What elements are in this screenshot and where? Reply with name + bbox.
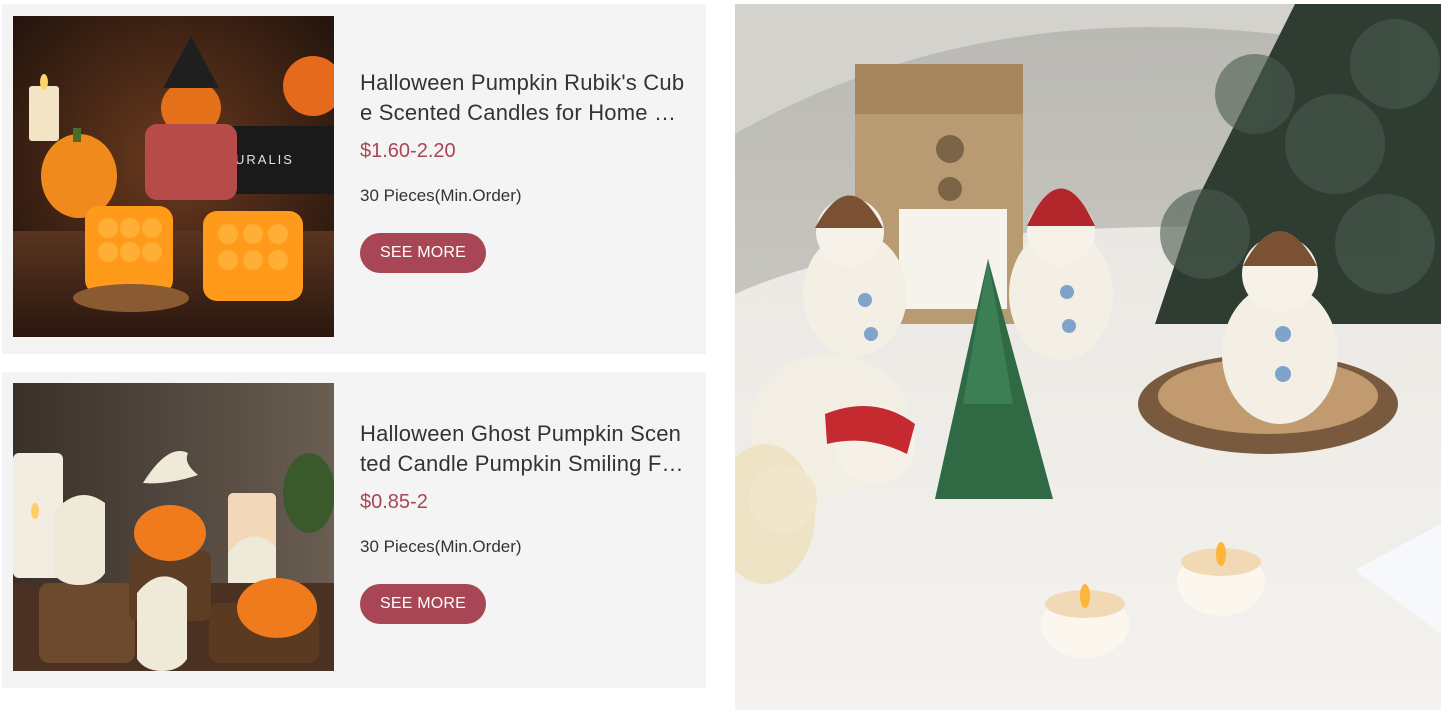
product-info: Halloween Pumpkin Rubik's Cube Scented C… [360,68,686,273]
product-card: URALIS Halloween Pumpkin Rubik's Cube Sc… [2,4,706,354]
see-more-button[interactable]: SEE MORE [360,584,486,624]
product-image-ghost-pumpkin-candles[interactable] [13,383,334,671]
product-price: $1.60-2.20 [360,140,456,162]
min-order-quantity: 30 Pieces(Min.Order) [360,537,522,556]
product-title[interactable]: Halloween Pumpkin Rubik's Cube Scented C… [360,68,686,128]
product-price: $0.85-2 [360,491,428,513]
hero-banner-image[interactable] [735,4,1441,710]
see-more-button[interactable]: SEE MORE [360,233,486,273]
product-image-pumpkin-cube-candles[interactable]: URALIS [13,16,334,337]
product-card: Halloween Ghost Pumpkin Scented Candle P… [2,372,706,688]
svg-text:URALIS: URALIS [235,152,294,167]
product-title[interactable]: Halloween Ghost Pumpkin Scented Candle P… [360,419,686,479]
min-order-quantity: 30 Pieces(Min.Order) [360,186,522,205]
product-info: Halloween Ghost Pumpkin Scented Candle P… [360,419,686,624]
